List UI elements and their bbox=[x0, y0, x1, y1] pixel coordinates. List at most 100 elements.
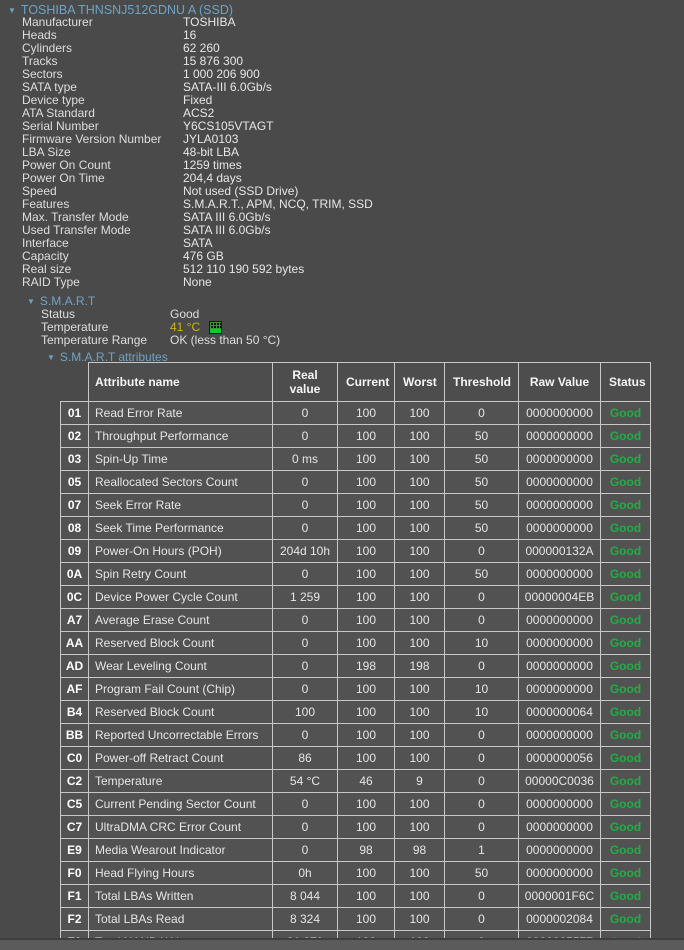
attribute-value-cell: 8 324 bbox=[273, 908, 338, 931]
attribute-value-cell: 100 bbox=[395, 885, 445, 908]
attribute-value-cell: 00000004EB bbox=[519, 586, 601, 609]
attribute-value-cell: 0 bbox=[445, 793, 519, 816]
attribute-value-cell: 0000000000 bbox=[519, 793, 601, 816]
attribute-status-cell: Good bbox=[601, 425, 651, 448]
attribute-status-cell: Good bbox=[601, 885, 651, 908]
table-header-cell: Attribute name bbox=[89, 363, 273, 402]
attribute-id-cell: BB bbox=[61, 724, 89, 747]
attribute-name-cell: UltraDMA CRC Error Count bbox=[89, 816, 273, 839]
attribute-id-cell: 05 bbox=[61, 471, 89, 494]
attribute-value-cell: 00000C0036 bbox=[519, 770, 601, 793]
attribute-value-cell: 100 bbox=[395, 448, 445, 471]
table-row: ADWear Leveling Count019819800000000000G… bbox=[61, 655, 651, 678]
table-row: 01Read Error Rate010010000000000000Good bbox=[61, 402, 651, 425]
attribute-value-cell: 100 bbox=[395, 724, 445, 747]
attribute-value-cell: 0000001F6C bbox=[519, 885, 601, 908]
attribute-value-cell: 000000132A bbox=[519, 540, 601, 563]
attribute-value-cell: 100 bbox=[338, 862, 395, 885]
attribute-value-cell: 0000000000 bbox=[519, 724, 601, 747]
smart-temperature-range-value: OK (less than 50 °C) bbox=[170, 334, 280, 347]
attribute-value-cell: 100 bbox=[338, 448, 395, 471]
attribute-value-cell: 100 bbox=[338, 402, 395, 425]
attribute-value-cell: 50 bbox=[445, 425, 519, 448]
attribute-name-cell: Wear Leveling Count bbox=[89, 655, 273, 678]
attribute-id-cell: B4 bbox=[61, 701, 89, 724]
attribute-value-cell: 100 bbox=[395, 632, 445, 655]
attribute-id-cell: F2 bbox=[61, 908, 89, 931]
attribute-value-cell: 0 bbox=[445, 724, 519, 747]
table-row: C5Current Pending Sector Count0100100000… bbox=[61, 793, 651, 816]
attribute-name-cell: Read Error Rate bbox=[89, 402, 273, 425]
horizontal-scrollbar[interactable] bbox=[0, 938, 684, 950]
attribute-name-cell: Reserved Block Count bbox=[89, 632, 273, 655]
table-header-ghost-cell bbox=[61, 363, 89, 402]
attribute-name-cell: Reserved Block Count bbox=[89, 701, 273, 724]
attribute-value-cell: 100 bbox=[338, 747, 395, 770]
table-row: C7UltraDMA CRC Error Count01001000000000… bbox=[61, 816, 651, 839]
table-header-row: Attribute nameReal valueCurrentWorstThre… bbox=[61, 363, 651, 402]
attribute-status-cell: Good bbox=[601, 908, 651, 931]
attribute-id-cell: 08 bbox=[61, 517, 89, 540]
attribute-value-cell: 100 bbox=[395, 862, 445, 885]
attribute-id-cell: AD bbox=[61, 655, 89, 678]
collapse-arrow-icon: ▼ bbox=[8, 6, 16, 15]
attribute-value-cell: 0 bbox=[273, 632, 338, 655]
table-row: 08Seek Time Performance01001005000000000… bbox=[61, 517, 651, 540]
table-row: C0Power-off Retract Count861001000000000… bbox=[61, 747, 651, 770]
attribute-value-cell: 8 044 bbox=[273, 885, 338, 908]
table-header-cell: Current bbox=[338, 363, 395, 402]
smart-status-list: Status Good Temperature 41 °C Temperatur… bbox=[41, 308, 280, 347]
storage-device-panel: ▼TOSHIBA THNSNJ512GDNU A (SSD) Manufactu… bbox=[0, 0, 684, 950]
attribute-value-cell: 50 bbox=[445, 517, 519, 540]
attribute-status-cell: Good bbox=[601, 448, 651, 471]
attribute-value-cell: 100 bbox=[395, 609, 445, 632]
attribute-value-cell: 0000000000 bbox=[519, 471, 601, 494]
attribute-name-cell: Head Flying Hours bbox=[89, 862, 273, 885]
attribute-value-cell: 0 bbox=[445, 885, 519, 908]
attribute-id-cell: 0A bbox=[61, 563, 89, 586]
attribute-status-cell: Good bbox=[601, 494, 651, 517]
attribute-value-cell: 0 bbox=[273, 793, 338, 816]
info-row: ManufacturerTOSHIBA bbox=[22, 16, 373, 29]
attribute-value-cell: 0 bbox=[445, 402, 519, 425]
table-row: 09Power-On Hours (POH)204d 10h1001000000… bbox=[61, 540, 651, 563]
table-row: A7Average Erase Count010010000000000000G… bbox=[61, 609, 651, 632]
attribute-status-cell: Good bbox=[601, 655, 651, 678]
table-row: 07Seek Error Rate0100100500000000000Good bbox=[61, 494, 651, 517]
attribute-value-cell: 100 bbox=[395, 425, 445, 448]
attribute-value-cell: 0 bbox=[273, 724, 338, 747]
attribute-id-cell: C2 bbox=[61, 770, 89, 793]
attribute-value-cell: 100 bbox=[338, 816, 395, 839]
smart-heading: S.M.A.R.T bbox=[40, 294, 95, 308]
table-header-cell: Threshold bbox=[445, 363, 519, 402]
attribute-value-cell: 0 bbox=[273, 471, 338, 494]
smart-section-header[interactable]: ▼S.M.A.R.T bbox=[27, 294, 95, 308]
attribute-value-cell: 100 bbox=[338, 425, 395, 448]
attribute-value-cell: 50 bbox=[445, 862, 519, 885]
table-row: 0CDevice Power Cycle Count1 259100100000… bbox=[61, 586, 651, 609]
attribute-value-cell: 0000000064 bbox=[519, 701, 601, 724]
attribute-value-cell: 100 bbox=[338, 563, 395, 586]
attribute-value-cell: 100 bbox=[395, 747, 445, 770]
attribute-name-cell: Total LBAs Read bbox=[89, 908, 273, 931]
attribute-value-cell: 100 bbox=[395, 908, 445, 931]
attribute-value-cell: 0 bbox=[445, 747, 519, 770]
attribute-value-cell: 0000000000 bbox=[519, 402, 601, 425]
attribute-name-cell: Seek Time Performance bbox=[89, 517, 273, 540]
temperature-indicator-icon bbox=[209, 321, 222, 334]
attribute-value-cell: 0000000000 bbox=[519, 655, 601, 678]
attribute-value-cell: 100 bbox=[338, 908, 395, 931]
attribute-name-cell: Seek Error Rate bbox=[89, 494, 273, 517]
attribute-value-cell: 100 bbox=[395, 793, 445, 816]
attribute-id-cell: 02 bbox=[61, 425, 89, 448]
info-value: None bbox=[183, 276, 212, 289]
attribute-value-cell: 0000000000 bbox=[519, 632, 601, 655]
attribute-value-cell: 100 bbox=[395, 586, 445, 609]
attribute-status-cell: Good bbox=[601, 701, 651, 724]
table-row: BBReported Uncorrectable Errors010010000… bbox=[61, 724, 651, 747]
attribute-value-cell: 10 bbox=[445, 701, 519, 724]
attribute-id-cell: C5 bbox=[61, 793, 89, 816]
table-row: C2Temperature54 °C469000000C0036Good bbox=[61, 770, 651, 793]
attribute-value-cell: 0 bbox=[445, 816, 519, 839]
attribute-value-cell: 50 bbox=[445, 471, 519, 494]
